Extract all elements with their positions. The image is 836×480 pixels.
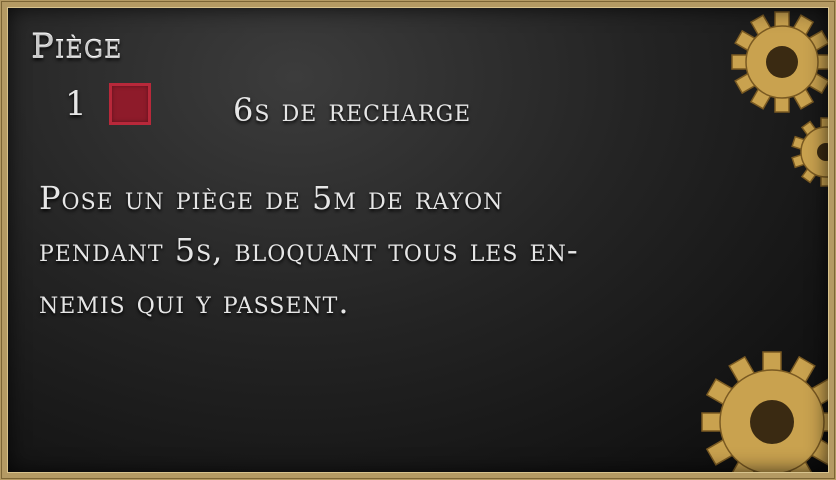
cost-row: 1 bbox=[65, 83, 151, 125]
ability-description: Pose un piège de 5m de rayon pendant 5s,… bbox=[39, 172, 639, 328]
red-square-icon bbox=[108, 83, 151, 125]
energy-cost: 1 bbox=[65, 84, 87, 124]
gear-icon bbox=[791, 117, 829, 187]
ability-title: Piège bbox=[31, 27, 123, 67]
description-line: Pose un piège de 5m de rayon bbox=[39, 179, 504, 217]
gear-icon bbox=[701, 351, 829, 473]
description-line: pendant 5s, bloquant tous les en- bbox=[39, 231, 579, 269]
description-line: nemis qui y passent. bbox=[39, 283, 350, 321]
ability-card: Piège 1 6s de recharge Pose un piège de … bbox=[0, 0, 836, 480]
cooldown-text: 6s de recharge bbox=[233, 91, 472, 129]
gear-icon bbox=[731, 11, 829, 113]
